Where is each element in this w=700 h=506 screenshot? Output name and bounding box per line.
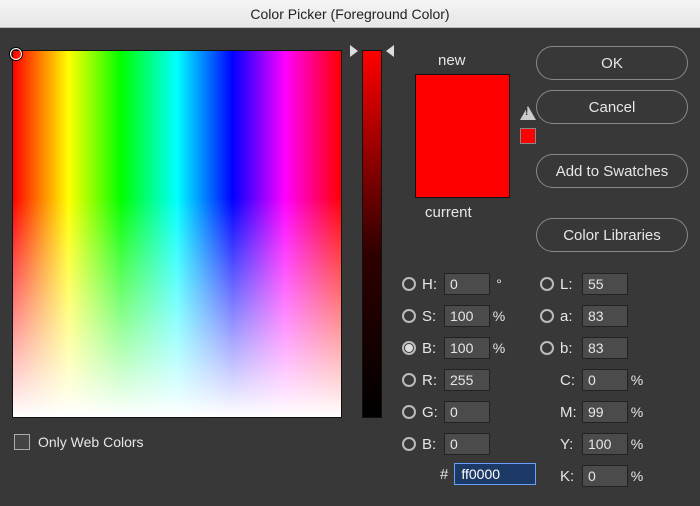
- radio-h[interactable]: [402, 277, 416, 291]
- radio-a[interactable]: [540, 309, 554, 323]
- checkbox-icon: [14, 434, 30, 450]
- radio-l[interactable]: [540, 277, 554, 291]
- input-a[interactable]: [582, 305, 628, 327]
- suffix-m: %: [628, 404, 646, 420]
- input-b-lab[interactable]: [582, 337, 628, 359]
- preview-label-new: new: [438, 52, 466, 69]
- color-spectrum[interactable]: [12, 50, 342, 418]
- hue-thumb-left-icon: [350, 45, 358, 57]
- input-b-rgb[interactable]: [444, 433, 490, 455]
- gamut-warning-icon[interactable]: [520, 106, 536, 120]
- label-s: S:: [422, 308, 444, 325]
- radio-s[interactable]: [402, 309, 416, 323]
- label-b-hsb: B:: [422, 340, 444, 357]
- numeric-fields: H: ° L: S: % a:: [402, 268, 688, 460]
- label-a: a:: [560, 308, 582, 325]
- input-s[interactable]: [444, 305, 490, 327]
- suffix-c: %: [628, 372, 646, 388]
- button-column: OK Cancel Add to Swatches Color Librarie…: [536, 46, 688, 252]
- preview-label-current: current: [425, 204, 472, 221]
- color-libraries-button[interactable]: Color Libraries: [536, 218, 688, 252]
- label-k: K:: [560, 468, 582, 485]
- input-l[interactable]: [582, 273, 628, 295]
- window-title: Color Picker (Foreground Color): [250, 6, 449, 22]
- label-c: C:: [560, 372, 582, 389]
- label-y: Y:: [560, 436, 582, 453]
- suffix-h: °: [490, 276, 508, 292]
- input-r[interactable]: [444, 369, 490, 391]
- ok-button[interactable]: OK: [536, 46, 688, 80]
- label-b-lab: b:: [560, 340, 582, 357]
- label-h: H:: [422, 276, 444, 293]
- suffix-s: %: [490, 308, 508, 324]
- hue-thumb-right-icon: [386, 45, 394, 57]
- label-b-rgb: B:: [422, 436, 444, 453]
- preview-new-swatch[interactable]: [416, 75, 509, 197]
- label-g: G:: [422, 404, 444, 421]
- add-to-swatches-button[interactable]: Add to Swatches: [536, 154, 688, 188]
- color-preview: [415, 74, 510, 198]
- only-web-colors-checkbox[interactable]: Only Web Colors: [14, 434, 144, 450]
- hue-gradient[interactable]: [362, 50, 382, 418]
- label-m: M:: [560, 404, 582, 421]
- input-b-hsb[interactable]: [444, 337, 490, 359]
- input-hex[interactable]: [454, 463, 536, 485]
- suffix-b-hsb: %: [490, 340, 508, 356]
- input-h[interactable]: [444, 273, 490, 295]
- input-m[interactable]: [582, 401, 628, 423]
- gamut-nearest-swatch[interactable]: [520, 128, 536, 144]
- radio-b-hsb[interactable]: [402, 341, 416, 355]
- radio-b-rgb[interactable]: [402, 437, 416, 451]
- hex-row: #: [440, 463, 536, 485]
- only-web-colors-label: Only Web Colors: [38, 434, 144, 450]
- spectrum-cursor-icon: [10, 48, 22, 60]
- radio-r[interactable]: [402, 373, 416, 387]
- suffix-y: %: [628, 436, 646, 452]
- label-r: R:: [422, 372, 444, 389]
- label-l: L:: [560, 276, 582, 293]
- radio-b-lab[interactable]: [540, 341, 554, 355]
- input-y[interactable]: [582, 433, 628, 455]
- input-k[interactable]: [582, 465, 628, 487]
- input-c[interactable]: [582, 369, 628, 391]
- radio-g[interactable]: [402, 405, 416, 419]
- dialog-body: new current OK Cancel Add to Swatches Co…: [0, 28, 700, 506]
- suffix-k: %: [628, 468, 646, 484]
- titlebar: Color Picker (Foreground Color): [0, 0, 700, 28]
- cancel-button[interactable]: Cancel: [536, 90, 688, 124]
- hex-hash-label: #: [440, 466, 448, 483]
- input-g[interactable]: [444, 401, 490, 423]
- hue-slider[interactable]: [352, 50, 392, 418]
